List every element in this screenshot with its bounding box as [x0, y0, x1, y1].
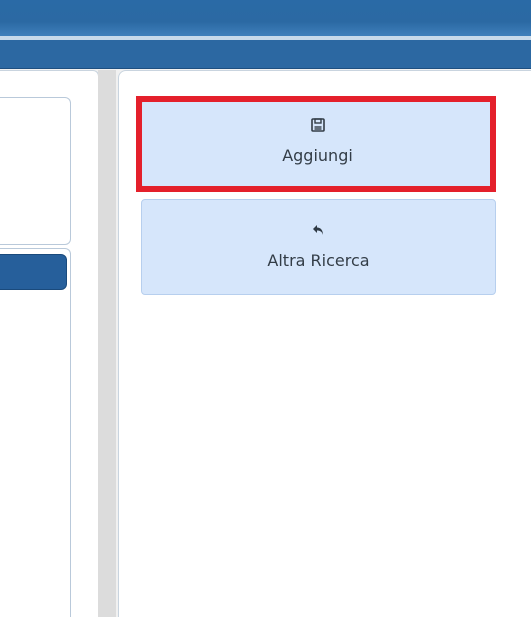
add-button[interactable]: Aggiungi	[141, 100, 494, 188]
panel-splitter[interactable]	[98, 70, 116, 617]
floppy-disk-icon	[142, 117, 493, 136]
reply-arrow-icon	[142, 222, 495, 241]
add-button-label: Aggiungi	[282, 146, 353, 165]
app-screen: Aggiungi Altra Ricerca	[0, 0, 531, 617]
new-search-button[interactable]: Altra Ricerca	[141, 199, 496, 295]
left-results-box	[0, 248, 71, 617]
left-selected-row[interactable]	[0, 254, 67, 290]
navigation-bar	[0, 40, 531, 69]
new-search-button-label: Altra Ricerca	[267, 251, 370, 270]
top-header-bar	[0, 0, 531, 36]
left-form-box	[0, 97, 71, 245]
